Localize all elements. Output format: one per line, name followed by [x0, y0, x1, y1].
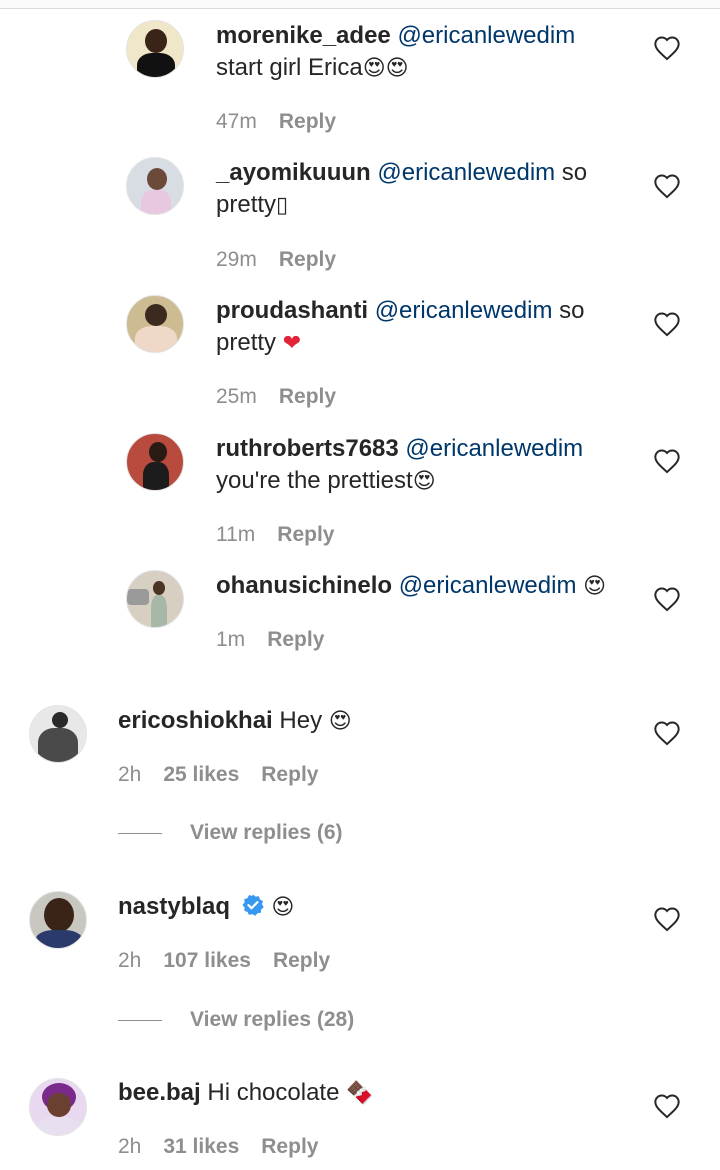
reply-button[interactable]: Reply	[261, 1135, 318, 1158]
comment-body: pretty	[216, 191, 277, 218]
view-replies-label: View replies (6)	[190, 821, 343, 844]
comment-meta: 2h 31 likes Reply	[118, 1135, 340, 1159]
mention-link[interactable]: @ericanlewedim	[405, 435, 583, 462]
timestamp: 25m	[216, 385, 257, 408]
comment-body: Hi chocolate	[200, 1079, 347, 1106]
view-replies-button[interactable]: View replies (6)	[118, 821, 343, 845]
comment-text: ericoshiokhai Hey 😍	[118, 705, 618, 738]
username[interactable]: nastyblaq	[118, 893, 230, 920]
comment-meta: 1m Reply	[216, 628, 346, 652]
username[interactable]: ericoshiokhai	[118, 707, 273, 734]
likes-count[interactable]: 31 likes	[163, 1135, 239, 1158]
avatar[interactable]	[29, 705, 87, 763]
comment-body: so	[552, 297, 585, 324]
comment-meta: 29m Reply	[216, 248, 358, 272]
avatar[interactable]	[126, 20, 184, 78]
comment-body: you're the prettiest	[216, 467, 413, 494]
username[interactable]: ruthroberts7683	[216, 435, 399, 462]
heart-icon[interactable]	[653, 906, 681, 932]
emoji: 😍	[412, 469, 436, 494]
emoji: 😍😍	[362, 56, 409, 81]
comment-body: start girl Erica	[216, 54, 363, 81]
reply-button[interactable]: Reply	[267, 628, 324, 651]
heart-icon[interactable]	[653, 720, 681, 746]
mention-link[interactable]: @ericanlewedim	[397, 22, 575, 49]
missing-glyph: ▯	[276, 193, 289, 218]
mention-link[interactable]: @ericanlewedim	[377, 159, 555, 186]
username[interactable]: ohanusichinelo	[216, 572, 392, 599]
emoji: 😍	[271, 895, 295, 920]
reply-button[interactable]: Reply	[279, 248, 336, 271]
mention-link[interactable]: @ericanlewedim	[399, 572, 577, 599]
avatar[interactable]	[126, 433, 184, 491]
comment-text: nastyblaq 😍	[118, 891, 618, 924]
avatar[interactable]	[126, 157, 184, 215]
username[interactable]: bee.baj	[118, 1079, 201, 1106]
view-replies-label: View replies (28)	[190, 1008, 355, 1031]
mention-link[interactable]: @ericanlewedim	[375, 297, 553, 324]
comment-meta: 2h 107 likes Reply	[118, 949, 352, 973]
heart-icon[interactable]	[653, 448, 681, 474]
comment-meta: 47m Reply	[216, 110, 358, 134]
comment-meta: 25m Reply	[216, 385, 358, 409]
avatar[interactable]	[126, 570, 184, 628]
comment-text: ruthroberts7683 @ericanlewedim you're th…	[216, 433, 636, 498]
heart-icon[interactable]	[653, 35, 681, 61]
comment-meta: 2h 25 likes Reply	[118, 763, 340, 787]
username[interactable]: proudashanti	[216, 297, 368, 324]
comment-body: so	[555, 159, 588, 186]
emoji: 😍	[583, 574, 607, 599]
heart-icon[interactable]	[653, 173, 681, 199]
reply-button[interactable]: Reply	[279, 385, 336, 408]
comment-body: Hey	[272, 707, 329, 734]
likes-count[interactable]: 25 likes	[163, 763, 239, 786]
verified-badge-icon	[241, 893, 265, 917]
reply-button[interactable]: Reply	[273, 949, 330, 972]
heart-icon[interactable]	[653, 586, 681, 612]
timestamp: 2h	[118, 763, 142, 786]
avatar[interactable]	[29, 1078, 87, 1136]
timestamp: 1m	[216, 628, 246, 651]
heart-icon[interactable]	[653, 1093, 681, 1119]
reply-button[interactable]: Reply	[277, 523, 334, 546]
top-bar	[0, 0, 720, 9]
comment-body: pretty	[216, 329, 283, 356]
username[interactable]: morenike_adee	[216, 22, 391, 49]
comment-text: ohanusichinelo @ericanlewedim 😍	[216, 570, 646, 603]
timestamp: 47m	[216, 110, 257, 133]
heart-icon[interactable]	[653, 311, 681, 337]
avatar[interactable]	[29, 891, 87, 949]
view-replies-button[interactable]: View replies (28)	[118, 1008, 354, 1032]
timestamp: 2h	[118, 1135, 142, 1158]
red-heart-emoji: ❤	[282, 331, 302, 356]
comment-text: proudashanti @ericanlewedim so pretty ❤	[216, 295, 636, 360]
comment-text: bee.baj Hi chocolate 🍫	[118, 1077, 618, 1110]
comment-text: _ayomikuuun @ericanlewedim so pretty▯	[216, 157, 636, 222]
divider-line	[118, 1019, 162, 1021]
username[interactable]: _ayomikuuun	[216, 159, 371, 186]
reply-button[interactable]: Reply	[261, 763, 318, 786]
likes-count[interactable]: 107 likes	[163, 949, 251, 972]
comment-text: morenike_adee @ericanlewedim start girl …	[216, 20, 636, 85]
timestamp: 2h	[118, 949, 142, 972]
timestamp: 11m	[216, 523, 256, 546]
reply-button[interactable]: Reply	[279, 110, 336, 133]
comment-meta: 11m Reply	[216, 523, 356, 547]
avatar[interactable]	[126, 295, 184, 353]
emoji: 😍	[328, 709, 352, 734]
chocolate-emoji: 🍫	[346, 1081, 374, 1106]
divider-line	[118, 832, 162, 834]
timestamp: 29m	[216, 248, 257, 271]
